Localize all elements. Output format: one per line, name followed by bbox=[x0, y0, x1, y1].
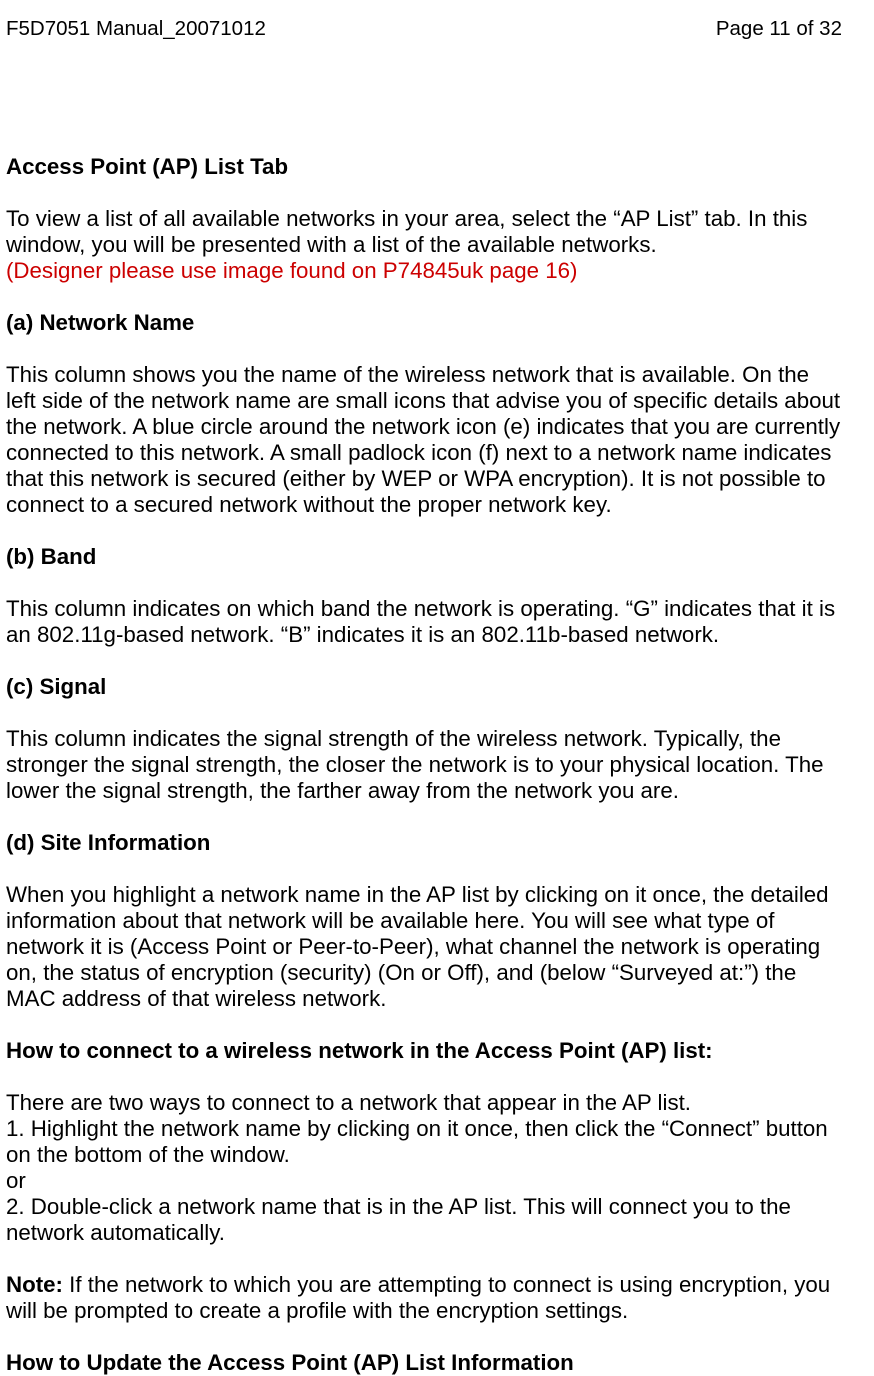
header-right: Page 11 of 32 bbox=[716, 17, 842, 42]
section-title-site-info: (d) Site Information bbox=[6, 830, 842, 856]
page-content: Access Point (AP) List Tab To view a lis… bbox=[6, 154, 842, 1376]
section-body-signal: This column indicates the signal strengt… bbox=[6, 726, 842, 804]
how-connect-step2: 2. Double-click a network name that is i… bbox=[6, 1194, 842, 1246]
section-body-network-name: This column shows you the name of the wi… bbox=[6, 362, 842, 518]
section-body-site-info: When you highlight a network name in the… bbox=[6, 882, 842, 1012]
page-header: F5D7051 Manual_20071012 Page 11 of 32 bbox=[6, 17, 842, 42]
section-body-band: This column indicates on which band the … bbox=[6, 596, 842, 648]
designer-note: (Designer please use image found on P748… bbox=[6, 258, 842, 284]
how-connect-intro: There are two ways to connect to a netwo… bbox=[6, 1090, 842, 1116]
header-left: F5D7051 Manual_20071012 bbox=[6, 17, 266, 42]
section-title-signal: (c) Signal bbox=[6, 674, 842, 700]
how-connect-or: or bbox=[6, 1168, 842, 1194]
section-title-ap-list-tab: Access Point (AP) List Tab bbox=[6, 154, 842, 180]
section-title-how-update: How to Update the Access Point (AP) List… bbox=[6, 1350, 842, 1376]
section-title-network-name: (a) Network Name bbox=[6, 310, 842, 336]
section-body-ap-list-tab: To view a list of all available networks… bbox=[6, 206, 842, 258]
section-title-band: (b) Band bbox=[6, 544, 842, 570]
note-label: Note: bbox=[6, 1272, 69, 1297]
how-connect-step1: 1. Highlight the network name by clickin… bbox=[6, 1116, 842, 1168]
page: F5D7051 Manual_20071012 Page 11 of 32 Ac… bbox=[0, 0, 874, 1326]
section-title-how-connect: How to connect to a wireless network in … bbox=[6, 1038, 842, 1064]
note-paragraph: Note: If the network to which you are at… bbox=[6, 1272, 842, 1324]
note-body: If the network to which you are attempti… bbox=[6, 1272, 830, 1323]
